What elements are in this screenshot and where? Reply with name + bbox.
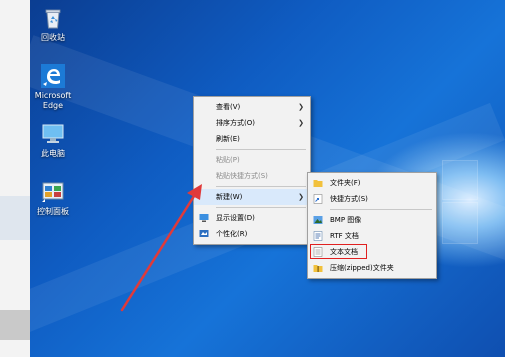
bmp-image-icon bbox=[313, 215, 323, 225]
menu-item-label: 新建(W) bbox=[216, 193, 243, 201]
menu-item-label: 粘贴(P) bbox=[216, 156, 240, 164]
submenu-arrow-icon: ❯ bbox=[298, 119, 304, 127]
desktop-icon-edge[interactable]: Microsoft Edge bbox=[30, 64, 78, 111]
desktop-icon-this-pc[interactable]: 此电脑 bbox=[30, 122, 78, 159]
desktop-icon-label: 回收站 bbox=[41, 33, 65, 42]
menu-item-label: 文件夹(F) bbox=[330, 179, 361, 187]
desktop-icon-label: Microsoft Edge bbox=[34, 91, 72, 110]
menu-item-label: RTF 文档 bbox=[330, 232, 359, 240]
desktop-icon-control-panel[interactable]: 控制面板 bbox=[30, 180, 78, 217]
text-document-icon bbox=[313, 247, 323, 257]
menu-item-label: 排序方式(O) bbox=[216, 119, 255, 127]
menu-item-label: 显示设置(D) bbox=[216, 214, 255, 222]
submenu-arrow-icon: ❯ bbox=[298, 103, 304, 111]
menu-item-view[interactable]: 查看(V) ❯ bbox=[194, 99, 310, 115]
desktop-icon-recycle-bin[interactable]: 回收站 bbox=[30, 6, 78, 43]
computer-icon bbox=[41, 122, 65, 146]
menu-item-label: 快捷方式(S) bbox=[330, 195, 368, 203]
menu-separator bbox=[330, 209, 432, 210]
desktop-icon-label: 此电脑 bbox=[41, 149, 65, 158]
submenu-item-rtf-document[interactable]: RTF 文档 bbox=[308, 228, 436, 244]
recycle-bin-icon bbox=[41, 6, 65, 30]
menu-separator bbox=[216, 149, 306, 150]
display-settings-icon bbox=[199, 213, 209, 223]
new-submenu: 文件夹(F) 快捷方式(S) BMP 图像 RTF 文档 文本文档 压缩(zip… bbox=[307, 172, 437, 279]
menu-item-label: 刷新(E) bbox=[216, 135, 240, 143]
background-window-fragment bbox=[0, 196, 30, 240]
menu-item-label: 查看(V) bbox=[216, 103, 241, 111]
menu-separator bbox=[216, 207, 306, 208]
menu-item-label: 个性化(R) bbox=[216, 230, 248, 238]
submenu-item-shortcut[interactable]: 快捷方式(S) bbox=[308, 191, 436, 207]
submenu-arrow-icon: ❯ bbox=[298, 193, 304, 201]
submenu-item-folder[interactable]: 文件夹(F) bbox=[308, 175, 436, 191]
desktop-icon-label: 控制面板 bbox=[37, 207, 69, 216]
desktop[interactable]: 回收站 Microsoft Edge 此电脑 控制面板 查看(V) ❯ 排序方式… bbox=[30, 0, 505, 357]
menu-separator bbox=[216, 186, 306, 187]
menu-item-paste: 粘贴(P) bbox=[194, 152, 310, 168]
personalize-icon bbox=[199, 229, 209, 239]
menu-item-paste-shortcut: 粘贴快捷方式(S) bbox=[194, 168, 310, 184]
menu-item-personalize[interactable]: 个性化(R) bbox=[194, 226, 310, 242]
menu-item-label: BMP 图像 bbox=[330, 216, 362, 224]
menu-item-label: 压缩(zipped)文件夹 bbox=[330, 264, 394, 272]
control-panel-icon bbox=[41, 180, 65, 204]
background-window-fragment bbox=[0, 310, 30, 340]
folder-icon bbox=[313, 178, 323, 188]
menu-item-new[interactable]: 新建(W) ❯ bbox=[194, 189, 310, 205]
submenu-item-text-document[interactable]: 文本文档 bbox=[308, 244, 436, 260]
rtf-document-icon bbox=[313, 231, 323, 241]
wallpaper-window-pane bbox=[442, 202, 478, 244]
menu-item-sort-by[interactable]: 排序方式(O) ❯ bbox=[194, 115, 310, 131]
menu-item-display-settings[interactable]: 显示设置(D) bbox=[194, 210, 310, 226]
background-window-strip bbox=[0, 0, 31, 357]
wallpaper-window-pane bbox=[442, 160, 478, 200]
submenu-item-bmp-image[interactable]: BMP 图像 bbox=[308, 212, 436, 228]
desktop-context-menu: 查看(V) ❯ 排序方式(O) ❯ 刷新(E) 粘贴(P) 粘贴快捷方式(S) … bbox=[193, 96, 311, 245]
submenu-item-zip-folder[interactable]: 压缩(zipped)文件夹 bbox=[308, 260, 436, 276]
zip-folder-icon bbox=[313, 263, 323, 273]
shortcut-icon bbox=[313, 194, 323, 204]
menu-item-refresh[interactable]: 刷新(E) bbox=[194, 131, 310, 147]
edge-icon bbox=[41, 64, 65, 88]
menu-item-label: 粘贴快捷方式(S) bbox=[216, 172, 268, 180]
